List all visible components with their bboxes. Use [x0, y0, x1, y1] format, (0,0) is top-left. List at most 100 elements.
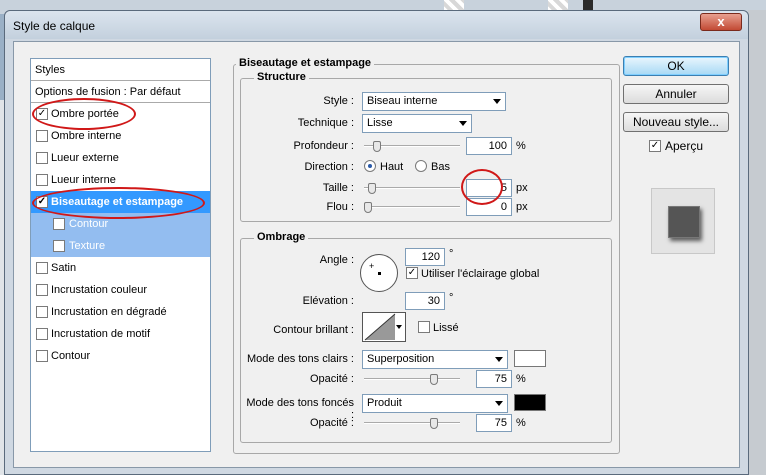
dial-center-dot [378, 272, 381, 275]
slider-track [364, 187, 460, 189]
style-item-inner-shadow[interactable]: Ombre interne [31, 125, 210, 147]
gloss-contour-label: Contour brillant : [273, 324, 354, 336]
depth-input[interactable]: 100 [466, 137, 512, 155]
style-item-label: Ombre portée [51, 108, 119, 120]
bevel-emboss-checkbox[interactable]: ✓ [36, 196, 48, 208]
shadow-mode-value: Produit [367, 397, 402, 409]
style-item-satin[interactable]: Satin [31, 257, 210, 279]
slider-thumb[interactable] [373, 141, 381, 152]
style-item-gradient-overlay[interactable]: Incrustation en dégradé [31, 301, 210, 323]
cancel-button[interactable]: Annuler [623, 84, 729, 104]
layer-style-dialog: Style de calque x Styles Options de fusi… [4, 10, 749, 475]
inner-shadow-checkbox[interactable] [36, 130, 48, 142]
antialias-checkbox[interactable] [418, 321, 430, 333]
blending-options-item[interactable]: Options de fusion : Par défaut [31, 81, 210, 103]
style-preview [651, 188, 715, 254]
shadow-opacity-input[interactable]: 75 [476, 414, 512, 432]
preview-checkbox[interactable]: ✓ [649, 140, 661, 152]
style-item-inner-glow[interactable]: Lueur interne [31, 169, 210, 191]
shadow-color-swatch[interactable] [514, 394, 546, 411]
bevel-style-select[interactable]: Biseau interne [362, 92, 506, 111]
style-item-outer-glow[interactable]: Lueur externe [31, 147, 210, 169]
highlight-mode-label: Mode des tons clairs : [247, 353, 354, 365]
direction-down-label: Bas [431, 161, 450, 173]
antialias-label: Lissé [433, 322, 459, 334]
bevel-emboss-title: Biseautage et estampage [236, 57, 375, 69]
style-item-label: Lueur externe [51, 152, 119, 164]
inner-glow-checkbox[interactable] [36, 174, 48, 186]
direction-up-radio[interactable] [364, 160, 376, 172]
highlight-opacity-input[interactable]: 75 [476, 370, 512, 388]
color-overlay-checkbox[interactable] [36, 284, 48, 296]
direction-label: Direction : [304, 161, 354, 173]
technique-select[interactable]: Lisse [362, 114, 472, 133]
size-input[interactable]: 5 [466, 179, 512, 197]
soften-label: Flou : [326, 201, 354, 213]
styles-list: Styles Options de fusion : Par défaut ✓ … [30, 58, 211, 452]
bevel-style-value: Biseau interne [367, 95, 438, 107]
styles-header[interactable]: Styles [31, 59, 210, 81]
angle-dial[interactable]: + [360, 254, 398, 292]
soften-slider[interactable] [364, 202, 460, 213]
window-title: Style de calque [13, 19, 96, 33]
gloss-contour-picker[interactable] [362, 312, 406, 342]
direction-down-radio[interactable] [415, 160, 427, 172]
technique-value: Lisse [367, 117, 393, 129]
texture-checkbox[interactable] [53, 240, 65, 252]
highlight-opacity-slider[interactable] [364, 374, 460, 385]
global-light-checkbox[interactable]: ✓ [406, 267, 418, 279]
satin-checkbox[interactable] [36, 262, 48, 274]
shadow-opacity-slider[interactable] [364, 418, 460, 429]
new-style-button[interactable]: Nouveau style... [623, 112, 729, 132]
size-label: Taille : [322, 182, 354, 194]
contour-checkbox[interactable] [53, 218, 65, 230]
outer-glow-checkbox[interactable] [36, 152, 48, 164]
close-button[interactable]: x [700, 13, 742, 31]
size-unit: px [516, 182, 528, 194]
soften-input[interactable]: 0 [466, 198, 512, 216]
chevron-down-icon [459, 121, 467, 126]
highlight-mode-select[interactable]: Superposition [362, 350, 508, 369]
gradient-overlay-checkbox[interactable] [36, 306, 48, 318]
slider-thumb[interactable] [430, 418, 438, 429]
technique-label: Technique : [297, 117, 354, 129]
size-slider[interactable] [364, 183, 460, 194]
angle-label: Angle : [319, 254, 354, 266]
altitude-unit: ° [449, 292, 454, 304]
chevron-down-icon [493, 99, 501, 104]
altitude-label: Elévation : [302, 295, 354, 307]
shading-title: Ombrage [254, 231, 309, 243]
angle-input[interactable]: 120 [405, 248, 445, 266]
style-item-label: Lueur interne [51, 174, 116, 186]
style-item-bevel-emboss[interactable]: ✓ Biseautage et estampage [31, 191, 210, 213]
slider-track [364, 378, 460, 380]
preview-square [668, 206, 700, 238]
depth-unit: % [516, 140, 526, 152]
drop-shadow-checkbox[interactable]: ✓ [36, 108, 48, 120]
ok-button[interactable]: OK [623, 56, 729, 76]
slider-thumb[interactable] [430, 374, 438, 385]
slider-thumb[interactable] [368, 183, 376, 194]
highlight-opacity-label: Opacité : [309, 373, 354, 385]
highlight-color-swatch[interactable] [514, 350, 546, 367]
style-item-contour[interactable]: Contour [31, 213, 210, 235]
soften-unit: px [516, 201, 528, 213]
highlight-opacity-unit: % [516, 373, 526, 385]
dialog-client: Styles Options de fusion : Par défaut ✓ … [13, 41, 740, 468]
depth-slider[interactable] [364, 141, 460, 152]
style-item-drop-shadow[interactable]: ✓ Ombre portée [31, 103, 210, 125]
style-item-pattern-overlay[interactable]: Incrustation de motif [31, 323, 210, 345]
style-item-label: Ombre interne [51, 130, 122, 142]
slider-track [364, 206, 460, 208]
contour-curve-icon [364, 313, 396, 341]
highlight-mode-value: Superposition [367, 353, 435, 365]
pattern-overlay-checkbox[interactable] [36, 328, 48, 340]
stroke-checkbox[interactable] [36, 350, 48, 362]
altitude-input[interactable]: 30 [405, 292, 445, 310]
style-item-color-overlay[interactable]: Incrustation couleur [31, 279, 210, 301]
style-item-stroke[interactable]: Contour [31, 345, 210, 367]
crosshair-icon: + [369, 261, 375, 271]
style-item-texture[interactable]: Texture [31, 235, 210, 257]
slider-thumb[interactable] [364, 202, 372, 213]
shadow-mode-select[interactable]: Produit [362, 394, 508, 413]
